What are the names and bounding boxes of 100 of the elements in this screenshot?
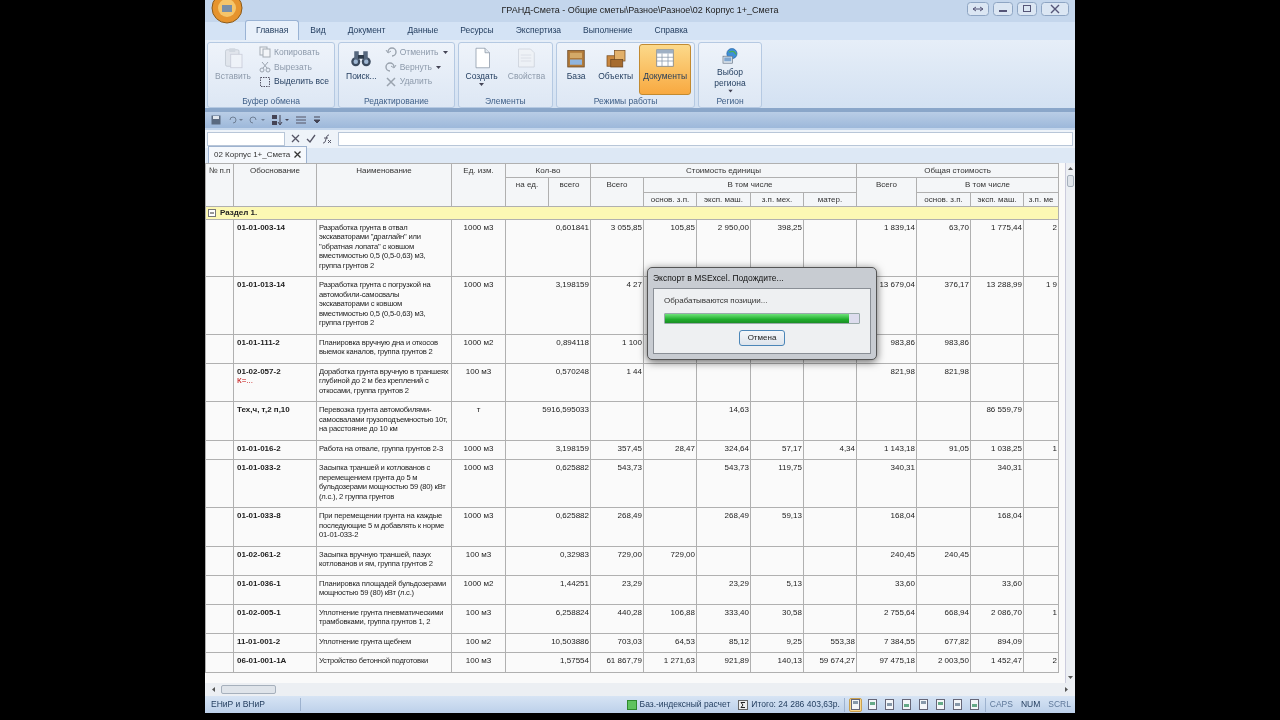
view-button[interactable] [848,697,862,712]
ribbon-tab[interactable]: Справка [643,20,699,40]
sigma-icon [738,699,749,710]
scroll-left-icon[interactable] [209,685,217,695]
value-text: 0,625882 [555,463,589,473]
value-text: 553,38 [830,636,855,646]
value-text: 2 950,00 [717,222,749,232]
ribbon-tab[interactable]: Выполнение [572,20,644,40]
value-text: 9,25 [786,636,802,646]
value-text: 3 055,85 [610,222,642,232]
swap-button[interactable] [967,2,989,16]
cancel-icon[interactable] [291,134,300,144]
value-text: 106,88 [670,607,695,617]
ribbon-button[interactable]: Объекты [594,43,638,95]
value-text: 1 452,47 [990,656,1022,666]
view-button[interactable] [916,697,930,712]
value-text: 333,40 [724,607,749,617]
rate-code: 01-02-005-1 [237,607,282,618]
column-header[interactable]: № п.п [205,163,234,207]
minimize-button[interactable] [993,2,1013,16]
ribbon-button[interactable]: База [560,43,593,95]
value-text: 7 384,55 [883,636,915,646]
view-button[interactable] [865,697,879,712]
save-icon[interactable] [211,114,221,125]
value-text: 1 44 [626,366,642,376]
value-text: 2 [1052,222,1058,232]
coefficient-note: К=... [237,376,254,386]
value-text: 105,85 [670,222,695,232]
scrollbar-thumb[interactable] [221,685,276,695]
scroll-right-icon[interactable] [1063,685,1071,695]
collapse-icon[interactable] [208,209,216,218]
value-text: 168,04 [890,511,915,521]
ribbon-tab[interactable]: Ресурсы [449,20,505,40]
sort-icon[interactable] [271,113,289,126]
value-text: 23,29 [621,578,642,588]
value-text: 0,570248 [555,366,589,376]
unit-label: 100 м3 [465,549,492,559]
view-button[interactable] [899,697,913,712]
confirm-icon[interactable] [306,134,316,144]
customize-icon[interactable] [313,114,321,125]
scrollbar-thumb[interactable] [1067,174,1074,187]
view-button[interactable] [950,697,964,712]
close-icon[interactable] [294,151,302,159]
ribbon-button[interactable]: Поиск... [342,43,381,95]
ribbon-button[interactable]: Документы [639,43,692,95]
view-button[interactable] [882,697,896,712]
page-icon [969,699,979,710]
unit-label: 1000 м3 [463,463,494,473]
ribbon-button[interactable]: Выделить все [257,75,331,89]
status-text: ЕНиР и ВНиР [205,698,301,711]
value-text: 240,45 [890,549,915,559]
value-text: 2 755,64 [883,607,915,617]
value-text: 983,86 [890,337,915,347]
app-orb-icon[interactable] [211,0,243,24]
delete-icon [384,75,397,88]
value-text: 821,98 [890,366,915,376]
value-text: 440,28 [617,607,642,617]
value-text: 85,12 [728,636,749,646]
formula-field[interactable] [338,131,1073,146]
column-header[interactable]: Стоимость единицы [590,163,857,178]
value-text: 703,03 [617,636,642,646]
value-text: 543,73 [617,463,642,473]
copy-icon [259,46,272,59]
value-text: 268,49 [617,511,642,521]
view-button[interactable] [933,697,947,712]
scissors-icon [259,61,272,74]
value-text: 5916,595033 [542,405,589,415]
ribbon-button[interactable]: Выбор региона [702,43,759,95]
function-icon[interactable] [322,133,332,144]
value-text: 57,17 [781,443,802,453]
value-text: 1,57554 [560,656,589,666]
group-label: Буфер обмена [241,95,301,107]
column-header[interactable]: Обоснование [233,163,317,207]
rate-code: 01-02-061-2 [237,549,282,560]
column-header[interactable]: Всего [856,177,917,207]
value-text: 983,86 [944,337,969,347]
rate-code: 01-01-033-2 [237,463,282,473]
value-text: 1 775,44 [990,222,1022,232]
column-header[interactable]: Наименование [316,163,452,207]
value-text: 91,05 [949,443,969,453]
page-icon [901,699,911,710]
ribbon-tab[interactable]: Главная [245,20,300,40]
value-text: 821,98 [944,366,969,376]
total-amount: Итого: 24 286 403,63р. [751,698,840,711]
value-text: 1,44251 [560,578,589,588]
unit-label: 1000 м3 [463,280,494,290]
column-header[interactable]: Ед. изм. [451,163,506,207]
ribbon-tab[interactable]: Экспертиза [504,20,572,40]
close-button[interactable] [1041,2,1069,16]
ribbon-tab[interactable]: Документ [336,20,397,40]
ribbon-button[interactable]: Создать [461,43,502,95]
value-text: 324,64 [724,443,749,453]
cancel-button[interactable]: Отмена [738,329,786,346]
view-button[interactable] [967,697,981,712]
ribbon-tab[interactable]: Данные [396,20,450,40]
value-text: 3,198159 [555,443,589,453]
ribbon-tab[interactable]: Вид [299,20,337,40]
column-header[interactable]: Кол-во [505,163,591,178]
column-header[interactable]: Общая стоимость [856,163,1059,178]
maximize-button[interactable] [1017,2,1037,16]
